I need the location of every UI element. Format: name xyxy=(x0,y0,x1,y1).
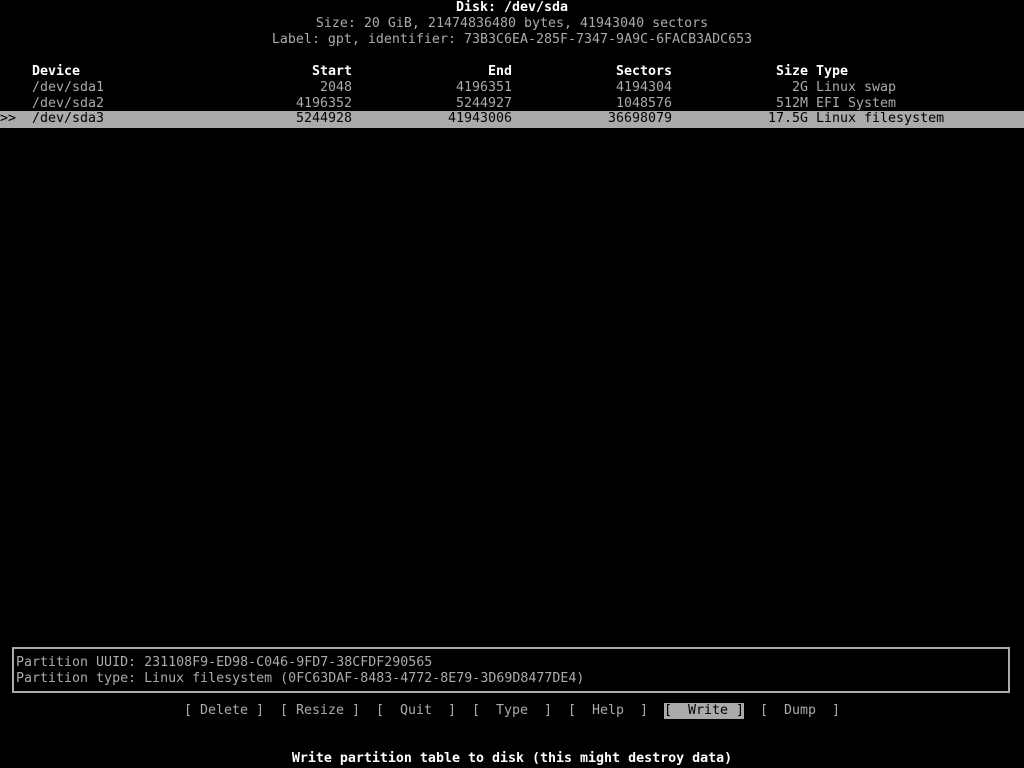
start-cell: 4196352 xyxy=(295,96,352,111)
disk-size-info: Size: 20 GiB, 21474836480 bytes, 4194304… xyxy=(315,16,709,31)
dump-button[interactable]: [ Dump ] xyxy=(760,703,840,719)
partition-type: Partition type: Linux filesystem (0FC63D… xyxy=(16,671,585,686)
sectors-cell: 1048576 xyxy=(615,96,672,111)
type-cell: EFI System xyxy=(816,96,897,111)
help-button[interactable]: [ Help ] xyxy=(568,703,648,719)
end-cell: 4196351 xyxy=(455,80,512,95)
column-start: Start xyxy=(311,64,352,79)
type-cell: Linux filesystem xyxy=(816,111,945,126)
resize-button[interactable]: [ Resize ] xyxy=(280,703,360,719)
disk-label-info: Label: gpt, identifier: 73B3C6EA-285F-73… xyxy=(271,32,753,47)
size-cell: 512M xyxy=(775,96,808,111)
quit-button[interactable]: [ Quit ] xyxy=(376,703,456,719)
partition-uuid: Partition UUID: 231108F9-ED98-C046-9FD7-… xyxy=(16,655,433,670)
delete-button[interactable]: [ Delete ] xyxy=(184,703,264,719)
table-header: Device Start End Sectors Size Type xyxy=(0,64,1024,80)
end-cell: 41943006 xyxy=(447,111,512,126)
device-cell: /dev/sda3 xyxy=(32,111,105,126)
start-cell: 5244928 xyxy=(295,111,352,126)
column-size: Size xyxy=(775,64,808,79)
disk-title: Disk: /dev/sda xyxy=(455,0,569,15)
column-end: End xyxy=(487,64,512,79)
table-row[interactable]: /dev/sda1 2048 4196351 4194304 2G Linux swap xyxy=(0,80,1024,96)
column-type: Type xyxy=(816,64,849,79)
action-menu: [ Delete ] [ Resize ] [ Quit ] [ Type ] [ He… xyxy=(0,703,1024,719)
end-cell: 5244927 xyxy=(455,96,512,111)
size-cell: 17.5G xyxy=(768,111,809,126)
type-button[interactable]: [ Type ] xyxy=(472,703,552,719)
size-cell: 2G xyxy=(791,80,808,95)
device-cell: /dev/sda1 xyxy=(32,80,105,95)
column-sectors: Sectors xyxy=(615,64,672,79)
table-row[interactable]: >> /dev/sda3 5244928 41943006 36698079 17.5G L… xyxy=(0,111,1024,128)
sectors-cell: 4194304 xyxy=(615,80,672,95)
selection-marker: >> xyxy=(0,111,17,126)
status-message: Write partition table to disk (this migh… xyxy=(291,751,733,766)
column-device: Device xyxy=(32,64,81,79)
sectors-cell: 36698079 xyxy=(607,111,672,126)
table-row[interactable]: /dev/sda2 4196352 5244927 1048576 512M EFI Sy… xyxy=(0,96,1024,112)
type-cell: Linux swap xyxy=(816,80,897,95)
start-cell: 2048 xyxy=(319,80,352,95)
device-cell: /dev/sda2 xyxy=(32,96,105,111)
write-button[interactable]: [ Write ] xyxy=(664,703,745,719)
